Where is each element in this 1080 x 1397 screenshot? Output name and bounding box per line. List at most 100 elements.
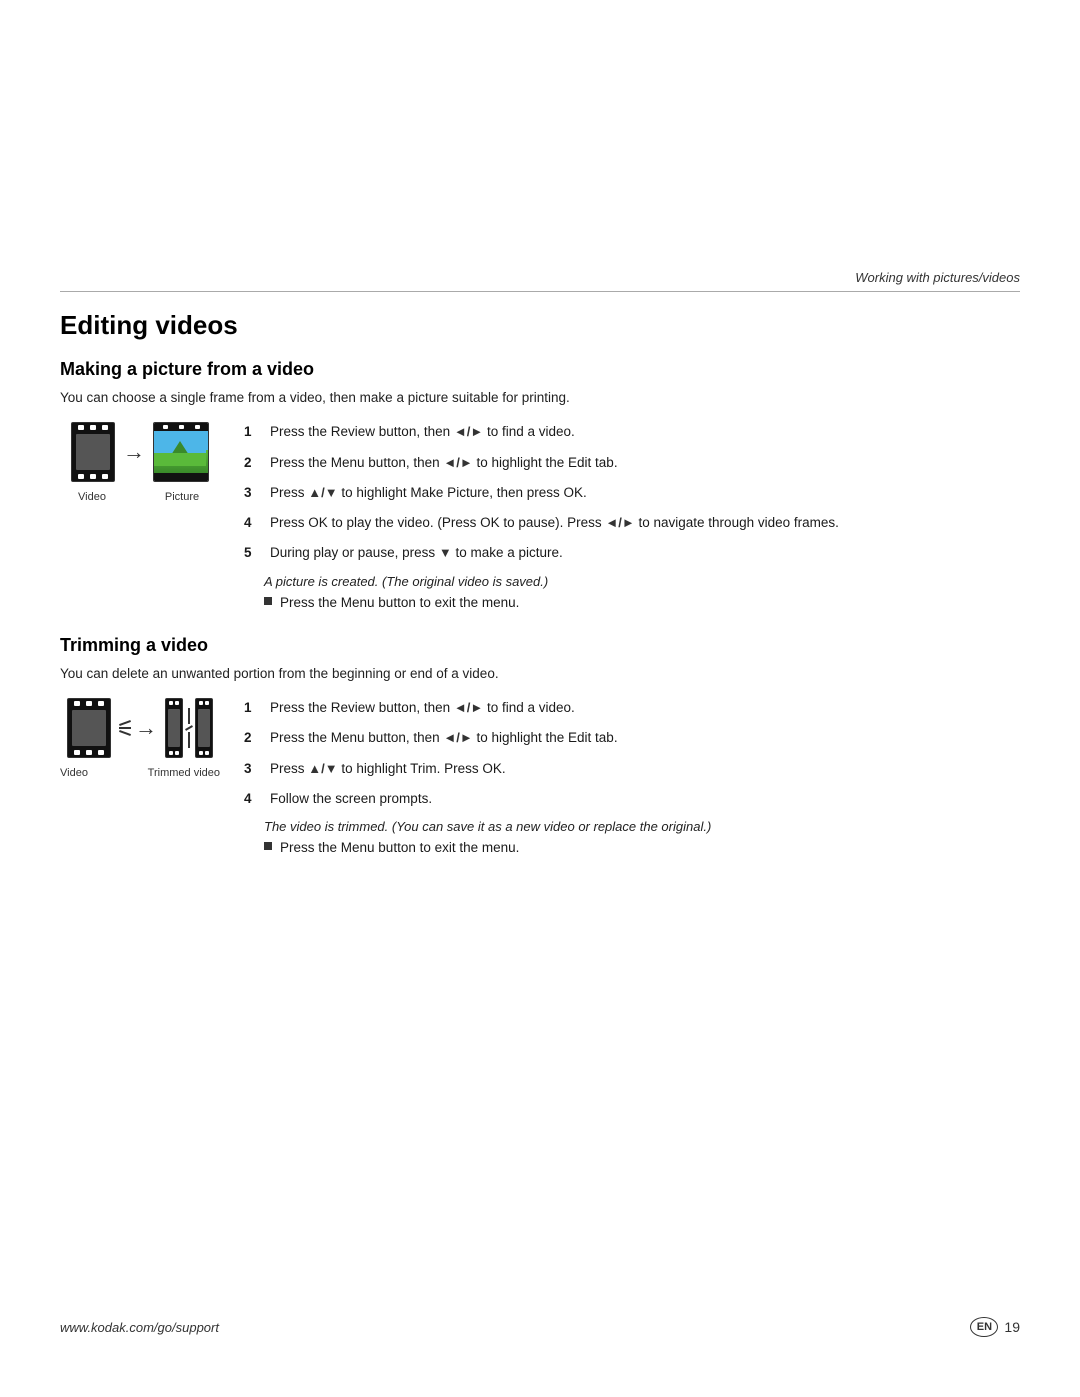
cut-line <box>119 720 131 726</box>
section1-intro: You can choose a single frame from a vid… <box>60 388 1020 408</box>
sprocket <box>175 701 179 705</box>
sprocket <box>195 425 200 429</box>
lr-nav-icon: ◄/► <box>443 453 472 473</box>
sprocket <box>199 701 203 705</box>
step-2: 2 Press the Menu button, then ◄/► to hig… <box>244 453 1020 473</box>
sprocket <box>199 751 203 755</box>
lang-badge: EN <box>970 1317 998 1337</box>
film-strip-row: → <box>71 422 209 482</box>
tp-sp-top <box>166 699 182 707</box>
page-number: 19 <box>1004 1319 1020 1335</box>
sprocket <box>205 701 209 705</box>
ud-nav-icon: ▲/▼ <box>308 759 337 779</box>
sprocket <box>74 750 80 755</box>
footer-url: www.kodak.com/go/support <box>60 1320 219 1335</box>
sprocket <box>102 474 108 479</box>
lr-nav-icon: ◄/► <box>454 698 483 718</box>
trim-strip-row: → <box>67 698 213 758</box>
spacer <box>122 489 146 503</box>
step-3: 3 Press ▲/▼ to highlight Make Picture, t… <box>244 483 1020 503</box>
trim-video-label: Video <box>60 767 88 779</box>
section1-bullet: Press the Menu button to exit the menu. <box>264 593 1020 613</box>
section1-italic-note: A picture is created. (The original vide… <box>264 574 1020 589</box>
sprocket <box>163 425 168 429</box>
sprocket <box>175 751 179 755</box>
steps-list: 1 Press the Review button, then ◄/► to f… <box>244 422 1020 563</box>
lr-nav-icon: ◄/► <box>605 513 634 533</box>
video-label-container: Video <box>70 489 114 503</box>
sprocket <box>90 474 96 479</box>
section1-steps: 1 Press the Review button, then ◄/► to f… <box>244 422 1020 613</box>
video-filmstrip <box>71 422 115 482</box>
down-nav-icon: ▼ <box>439 543 452 563</box>
header-area: Working with pictures/videos <box>60 270 1020 310</box>
section1-bullet-text: Press the Menu button to exit the menu. <box>280 593 519 613</box>
cut-mark <box>185 725 193 731</box>
section2-steps: 1 Press the Review button, then ◄/► to f… <box>244 698 1020 858</box>
sprocket <box>179 425 184 429</box>
trim-piece-1 <box>165 698 183 758</box>
cut-line <box>119 727 131 729</box>
section1-title: Making a picture from a video <box>60 359 1020 380</box>
trim-arrow-icon: → <box>135 715 157 741</box>
page-title: Editing videos <box>60 310 1020 341</box>
page-footer: www.kodak.com/go/support EN 19 <box>60 1317 1020 1337</box>
trim-result-label-container: Trimmed video <box>148 765 220 779</box>
trim-step-3: 3 Press ▲/▼ to highlight Trim. Press OK. <box>244 759 1020 779</box>
sprocket <box>86 701 92 706</box>
film-frame <box>76 434 110 470</box>
section2-bullet: Press the Menu button to exit the menu. <box>264 838 1020 858</box>
tp-sp-top <box>196 699 212 707</box>
trim-piece-2 <box>195 698 213 758</box>
middle-cut <box>185 708 193 748</box>
step-4: 4 Press OK to play the video. (Press OK … <box>244 513 1020 533</box>
section2-italic-note: The video is trimmed. (You can save it a… <box>264 819 1020 834</box>
sprockets-top <box>68 699 110 708</box>
arrow-icon: → <box>123 439 145 465</box>
sprocket <box>78 474 84 479</box>
section2-title: Trimming a video <box>60 635 1020 656</box>
page-number-area: EN 19 <box>970 1317 1020 1337</box>
picture-frame <box>153 422 209 482</box>
sprocket <box>74 701 80 706</box>
trim-steps-list: 1 Press the Review button, then ◄/► to f… <box>244 698 1020 809</box>
sprocket <box>169 701 173 705</box>
trim-step-2: 2 Press the Menu button, then ◄/► to hig… <box>244 728 1020 748</box>
sprocket <box>102 425 108 430</box>
sprocket <box>205 751 209 755</box>
section2-intro: You can delete an unwanted portion from … <box>60 664 1020 684</box>
cut-mark <box>188 732 190 748</box>
sprocket <box>169 751 173 755</box>
video-label: Video <box>78 491 106 503</box>
pic-top-strip <box>154 423 208 431</box>
main-content: Editing videos Making a picture from a v… <box>60 310 1020 868</box>
section1-content: → <box>60 422 1020 613</box>
cut-mark <box>188 708 190 724</box>
sprocket <box>78 425 84 430</box>
section2-content: → <box>60 698 1020 858</box>
trim-step-4: 4 Follow the screen prompts. <box>244 789 1020 809</box>
chapter-title: Working with pictures/videos <box>60 270 1020 285</box>
trim-frame <box>198 709 210 747</box>
trim-arrow-group: → <box>119 715 157 741</box>
lr-nav-icon: ◄/► <box>443 728 472 748</box>
section2-images: → <box>60 698 220 779</box>
trimmed-video-label: Trimmed video <box>148 767 220 779</box>
ud-nav-icon: ▲/▼ <box>308 483 337 503</box>
cut-lines <box>119 722 131 734</box>
pic-bottom-strip <box>154 473 208 481</box>
picture-label-container: Picture <box>154 489 210 503</box>
trim-video-label-container: Video <box>60 765 88 779</box>
tp-sp-bottom <box>196 749 212 757</box>
sprocket <box>90 425 96 430</box>
sprockets-bottom <box>68 748 110 757</box>
image-labels: Video Picture <box>70 489 210 503</box>
header-divider <box>60 291 1020 292</box>
tp-sp-bottom <box>166 749 182 757</box>
section2-bullet-text: Press the Menu button to exit the menu. <box>280 838 519 858</box>
step-5: 5 During play or pause, press ▼ to make … <box>244 543 1020 563</box>
step-1: 1 Press the Review button, then ◄/► to f… <box>244 422 1020 442</box>
trim-frame <box>168 709 180 747</box>
lr-nav-icon: ◄/► <box>454 422 483 442</box>
sprocket <box>98 701 104 706</box>
